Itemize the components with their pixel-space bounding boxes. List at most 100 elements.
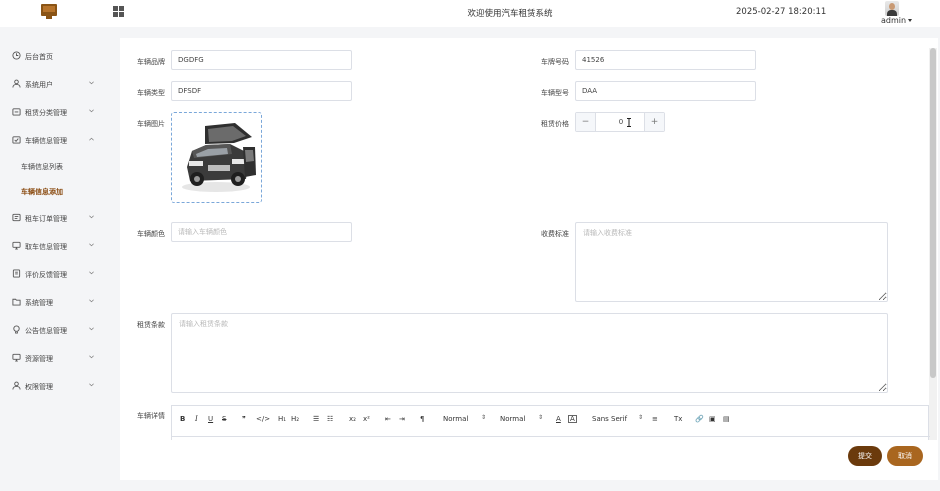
sidebar-item-permissions[interactable]: 权限管理 (0, 376, 106, 396)
car-image (172, 113, 261, 202)
folder-icon (12, 297, 21, 306)
blockquote-button[interactable]: ❞ (242, 415, 246, 423)
sidebar-item-label: 公告信息管理 (25, 327, 67, 335)
fee-textarea[interactable] (575, 222, 888, 302)
price-stepper: − + (575, 112, 665, 132)
sidebar-subitem-vehicle-list[interactable]: 车辆信息列表 (0, 157, 106, 175)
image-button[interactable]: ▣ (709, 415, 716, 423)
type-input[interactable] (171, 81, 352, 101)
terms-label: 租赁条款 (137, 321, 165, 329)
sidebar-item-label: 后台首页 (25, 53, 53, 61)
datetime-display: 2025-02-27 18:20:11 (736, 7, 827, 17)
sidebar-subitem-vehicle-add[interactable]: 车辆信息添加 (0, 182, 106, 200)
price-label: 租赁价格 (541, 120, 569, 128)
select-arrow-icon: ⇕ (638, 414, 644, 421)
chevron-down-icon (89, 383, 94, 388)
sidebar-item-rental-category[interactable]: 租赁分类管理 (0, 102, 106, 122)
subscript-button[interactable]: x₂ (349, 415, 356, 423)
sidebar-item-pickup-info[interactable]: 取车信息管理 (0, 236, 106, 256)
background-color-button[interactable]: A (568, 415, 577, 423)
font-select[interactable]: Sans Serif ⇕ (592, 414, 643, 423)
type-label: 车辆类型 (137, 89, 165, 97)
chevron-down-icon (89, 355, 94, 360)
italic-button[interactable]: I (195, 415, 198, 423)
chevron-down-icon (89, 215, 94, 220)
chevron-up-icon (89, 137, 94, 142)
sidebar-item-label: 取车信息管理 (25, 243, 67, 251)
chevron-down-icon (89, 109, 94, 114)
sidebar-item-label: 租赁分类管理 (25, 109, 67, 117)
sidebar-item-rental-orders[interactable]: 租车订单管理 (0, 208, 106, 228)
decrease-button[interactable]: − (576, 113, 596, 131)
color-input[interactable] (171, 222, 352, 242)
folder-icon (12, 107, 21, 116)
vertical-scrollbar[interactable] (929, 48, 937, 440)
sidebar-item-label: 车辆信息管理 (25, 137, 67, 145)
size-select[interactable]: Normal ⇕ (443, 414, 486, 423)
h2-button[interactable]: H₂ (291, 415, 299, 423)
sidebar-item-resources[interactable]: 资源管理 (0, 348, 106, 368)
clean-format-button[interactable]: Tx (674, 415, 682, 423)
sidebar-item-label: 评价反馈管理 (25, 271, 67, 279)
submit-button[interactable]: 提交 (848, 446, 882, 466)
sidebar-item-announcements[interactable]: 公告信息管理 (0, 320, 106, 340)
grid-icon[interactable] (113, 6, 124, 17)
superscript-button[interactable]: x² (363, 415, 370, 423)
system-title: 欢迎使用汽车租赁系统 (467, 9, 553, 19)
sidebar-item-users[interactable]: 系统用户 (0, 74, 106, 94)
user-icon (12, 381, 21, 390)
h1-button[interactable]: H₁ (278, 415, 286, 423)
plate-input[interactable] (575, 50, 756, 70)
image-label: 车辆图片 (137, 120, 165, 128)
price-input[interactable] (597, 113, 645, 131)
sidebar-subitem-label: 车辆信息添加 (21, 188, 63, 196)
text-color-button[interactable]: A (556, 415, 561, 423)
bold-button[interactable]: B (180, 415, 185, 423)
model-input[interactable] (575, 81, 756, 101)
sidebar-item-label: 权限管理 (25, 383, 53, 391)
bullet-list-button[interactable]: ☷ (327, 415, 333, 423)
monitor-icon (12, 353, 21, 362)
sidebar-item-label: 租车订单管理 (25, 215, 67, 223)
user-menu[interactable]: admin (881, 16, 913, 25)
chevron-down-icon (89, 299, 94, 304)
video-button[interactable]: ▤ (723, 415, 730, 423)
header-select[interactable]: Normal ⇕ (500, 414, 543, 423)
top-header: 欢迎使用汽车租赁系统 2025-02-27 18:20:11 admin (0, 0, 940, 27)
brand-label: 车辆品牌 (137, 58, 165, 66)
increase-button[interactable]: + (644, 113, 664, 131)
color-label: 车辆颜色 (137, 230, 165, 238)
outdent-button[interactable]: ⇤ (385, 415, 391, 423)
user-icon (12, 79, 21, 88)
sidebar-item-feedback[interactable]: 评价反馈管理 (0, 264, 106, 284)
monitor-icon (41, 4, 57, 20)
sidebar-item-system[interactable]: 系统管理 (0, 292, 106, 312)
avatar[interactable] (885, 1, 899, 16)
detail-label: 车辆详情 (137, 412, 165, 420)
clock-icon (12, 51, 21, 60)
chevron-down-icon (89, 243, 94, 248)
brand-input[interactable] (171, 50, 352, 70)
strike-button[interactable]: S (222, 415, 226, 423)
cancel-button[interactable]: 取消 (887, 446, 923, 466)
header-select-value: Normal (500, 415, 526, 423)
rich-text-editor: B I U S ❞ </> H₁ H₂ ☰ ☷ x₂ x² ⇤ ⇥ ¶ Norm… (171, 405, 930, 440)
model-label: 车辆型号 (541, 89, 569, 97)
scrollbar-thumb[interactable] (930, 48, 936, 378)
code-button[interactable]: </> (256, 415, 270, 423)
rtl-button[interactable]: ¶ (420, 415, 424, 423)
terms-textarea[interactable] (171, 313, 888, 393)
chevron-down-icon (89, 327, 94, 332)
plate-label: 车牌号码 (541, 58, 569, 66)
underline-button[interactable]: U (208, 415, 213, 423)
link-button[interactable]: 🔗 (695, 415, 704, 423)
size-select-value: Normal (443, 415, 469, 423)
align-button[interactable]: ≡ (652, 415, 658, 423)
sidebar-item-home[interactable]: 后台首页 (0, 46, 106, 66)
image-uploader[interactable] (171, 112, 262, 203)
sidebar-item-vehicle-info[interactable]: 车辆信息管理 (0, 130, 106, 150)
ordered-list-button[interactable]: ☰ (313, 415, 319, 423)
indent-button[interactable]: ⇥ (399, 415, 405, 423)
font-select-value: Sans Serif (592, 415, 628, 423)
doc-icon (12, 269, 21, 278)
